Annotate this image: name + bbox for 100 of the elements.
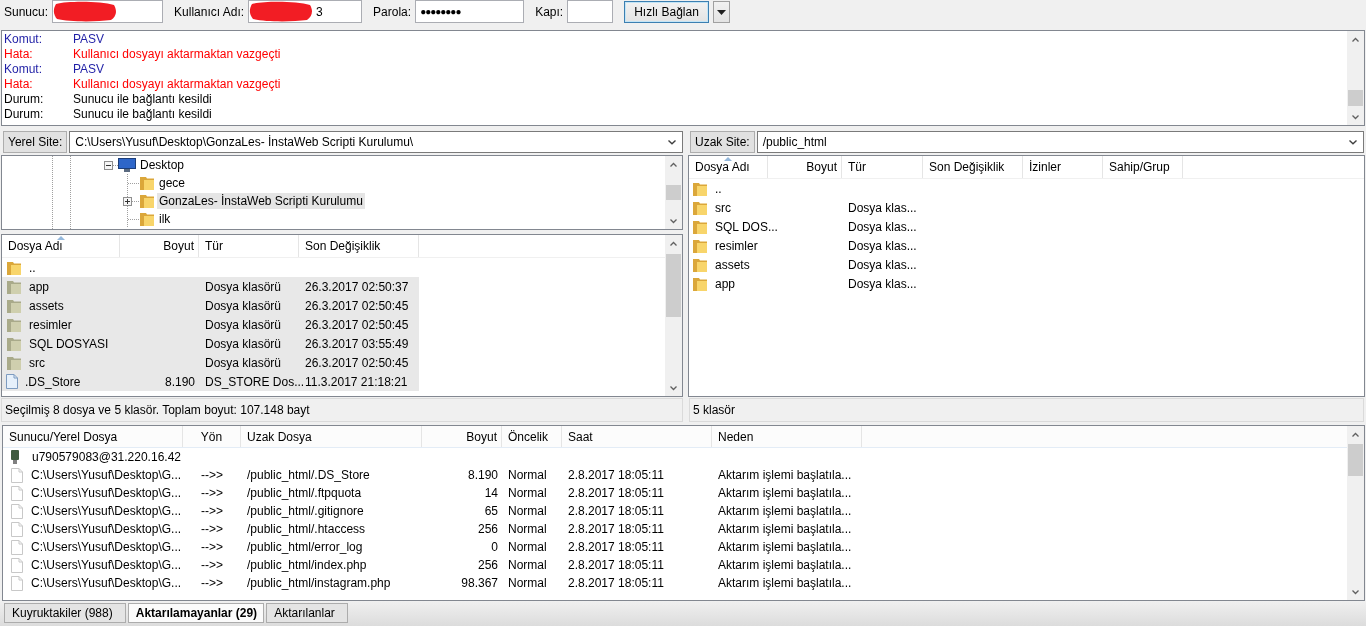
tree-item[interactable]: GonzaLes- İnstaWeb Scripti Kurulumu bbox=[157, 193, 365, 209]
expand-box-icon[interactable] bbox=[123, 196, 132, 206]
password-field[interactable]: ●●●●●●●● bbox=[415, 0, 525, 23]
scrollbar[interactable] bbox=[1347, 31, 1364, 125]
tree-item[interactable]: Desktop bbox=[138, 157, 187, 173]
column-header[interactable]: Boyut bbox=[768, 156, 842, 178]
field-label: Kullanıcı Adı: bbox=[174, 4, 245, 19]
remote-path: /public_html/instagram.php bbox=[246, 576, 392, 590]
column-header[interactable]: Sunucu/Yerel Dosya bbox=[3, 426, 183, 447]
file-row[interactable]: resimler Dosya klasörü 26.3.2017 02:50:45 bbox=[2, 315, 419, 334]
column-header[interactable]: Sahip/Grup bbox=[1103, 156, 1183, 178]
column-header[interactable]: Tür bbox=[842, 156, 923, 178]
tab[interactable]: Kuyruktakiler (988) bbox=[4, 603, 126, 623]
column-header[interactable]: Dosya Adı bbox=[689, 156, 768, 178]
scrollbar[interactable] bbox=[665, 235, 682, 396]
local-path: C:\Users\Yusuf\Desktop\G... bbox=[30, 468, 183, 482]
file-size: 8.190 bbox=[163, 374, 196, 389]
reason: Aktarım işlemi başlatıla... bbox=[717, 486, 853, 500]
dropdown-button[interactable] bbox=[712, 1, 730, 23]
scrollbar-thumb[interactable] bbox=[1348, 90, 1363, 106]
file-type: Dosya klas... bbox=[847, 238, 918, 253]
tab[interactable]: Aktarılamayanlar (29) bbox=[127, 603, 265, 623]
reason: Aktarım işlemi başlatıla... bbox=[717, 522, 853, 536]
chevron-down-icon[interactable] bbox=[669, 218, 678, 224]
tab[interactable]: Aktarılanlar bbox=[266, 603, 348, 623]
tree-item[interactable]: ilk bbox=[157, 211, 173, 227]
chevron-down-icon[interactable] bbox=[667, 139, 677, 145]
input-field[interactable] bbox=[52, 0, 164, 23]
file-name: resimler bbox=[714, 238, 759, 253]
scrollbar-thumb[interactable] bbox=[666, 185, 681, 200]
scrollbar-thumb[interactable] bbox=[1348, 444, 1363, 476]
file-row[interactable]: app Dosya klasörü 26.3.2017 02:50:37 bbox=[2, 277, 419, 296]
sort-arrow-icon bbox=[724, 157, 732, 161]
input-field[interactable]: 3 bbox=[248, 0, 363, 23]
file-size: 98.367 bbox=[460, 576, 499, 590]
scrollbar[interactable] bbox=[665, 156, 682, 229]
reason: Aktarım işlemi başlatıla... bbox=[717, 558, 853, 572]
time: 2.8.2017 18:05:11 bbox=[567, 576, 665, 590]
file-name: .. bbox=[28, 260, 37, 275]
reason: Aktarım işlemi başlatıla... bbox=[717, 468, 853, 482]
direction-arrow: -->> bbox=[200, 504, 224, 518]
column-header[interactable]: Son Değişiklik bbox=[923, 156, 1023, 178]
column-header[interactable]: Tür bbox=[199, 235, 299, 257]
file-name: src bbox=[28, 355, 46, 370]
time: 2.8.2017 18:05:11 bbox=[567, 558, 665, 572]
priority: Normal bbox=[507, 576, 548, 590]
column-header[interactable]: Dosya Adı bbox=[2, 235, 120, 257]
file-icon bbox=[11, 521, 23, 537]
file-icon bbox=[11, 539, 23, 555]
quickconnect-button[interactable]: Hızlı Bağlan bbox=[624, 1, 709, 23]
chevron-down-icon[interactable] bbox=[1351, 589, 1360, 595]
redaction-mark bbox=[249, 1, 314, 22]
chevron-up-icon[interactable] bbox=[669, 162, 678, 168]
scrollbar-thumb[interactable] bbox=[666, 254, 681, 317]
redaction-mark bbox=[53, 1, 118, 22]
file-row[interactable]: .DS_Store 8.190 DS_STORE Dos...11.3.2017 21:18:21 bbox=[2, 372, 419, 391]
chevron-up-icon[interactable] bbox=[1351, 37, 1360, 43]
log-type-label: Komut: bbox=[4, 62, 43, 77]
file-type: Dosya klasörü bbox=[204, 355, 283, 370]
remote-path: /public_html/index.php bbox=[246, 558, 368, 572]
column-header[interactable]: İzinler bbox=[1023, 156, 1103, 178]
column-header[interactable]: Öncelik bbox=[502, 426, 562, 447]
direction-arrow: -->> bbox=[200, 468, 224, 482]
path-combobox[interactable]: C:\Users\Yusuf\Desktop\GonzaLes- İnstaWeb Scripti Kurulumu\ bbox=[69, 131, 683, 153]
file-type: Dosya klas... bbox=[847, 219, 918, 234]
path-combobox[interactable]: /public_html bbox=[756, 131, 1364, 153]
monitor-icon bbox=[118, 158, 136, 172]
chevron-down-icon[interactable] bbox=[669, 385, 678, 391]
tree-item[interactable]: gece bbox=[157, 175, 188, 191]
file-name: SQL DOS... bbox=[714, 219, 779, 234]
file-row[interactable]: assets Dosya klasörü 26.3.2017 02:50:45 bbox=[2, 296, 419, 315]
column-header[interactable]: Boyut bbox=[120, 235, 199, 257]
column-header[interactable]: Saat bbox=[562, 426, 712, 447]
file-size: 256 bbox=[476, 522, 499, 536]
file-row[interactable]: SQL DOSYASI Dosya klasörü 26.3.2017 03:55:49 bbox=[2, 334, 419, 353]
file-type: Dosya klasörü bbox=[204, 298, 283, 313]
field-label: Parola: bbox=[373, 4, 412, 19]
chevron-down-icon[interactable] bbox=[1351, 114, 1360, 120]
local-path: C:\Users\Yusuf\Desktop\G... bbox=[30, 522, 183, 536]
input-field[interactable] bbox=[567, 0, 614, 23]
file-modified: 26.3.2017 02:50:37 bbox=[304, 279, 410, 294]
column-header[interactable]: Boyut bbox=[422, 426, 502, 447]
log-message: PASV bbox=[73, 32, 105, 47]
scrollbar[interactable] bbox=[1347, 426, 1364, 600]
file-row[interactable]: .. bbox=[2, 258, 419, 277]
chevron-up-icon[interactable] bbox=[1351, 432, 1360, 438]
column-header[interactable]: Son Değişiklik bbox=[299, 235, 419, 257]
direction-arrow: -->> bbox=[200, 486, 224, 500]
time: 2.8.2017 18:05:11 bbox=[567, 522, 665, 536]
local-path: C:\Users\Yusuf\Desktop\G... bbox=[30, 576, 183, 590]
local-path: C:\Users\Yusuf\Desktop\G... bbox=[30, 558, 183, 572]
collapse-box-icon[interactable] bbox=[104, 160, 113, 170]
file-row[interactable]: src Dosya klasörü 26.3.2017 02:50:45 bbox=[2, 353, 419, 372]
column-header[interactable]: Yön bbox=[183, 426, 241, 447]
chevron-down-icon[interactable] bbox=[1348, 139, 1358, 145]
chevron-up-icon[interactable] bbox=[669, 241, 678, 247]
column-header[interactable]: Neden bbox=[712, 426, 862, 447]
field-label: Kapı: bbox=[535, 4, 564, 19]
time: 2.8.2017 18:05:11 bbox=[567, 468, 665, 482]
column-header[interactable]: Uzak Dosya bbox=[241, 426, 422, 447]
